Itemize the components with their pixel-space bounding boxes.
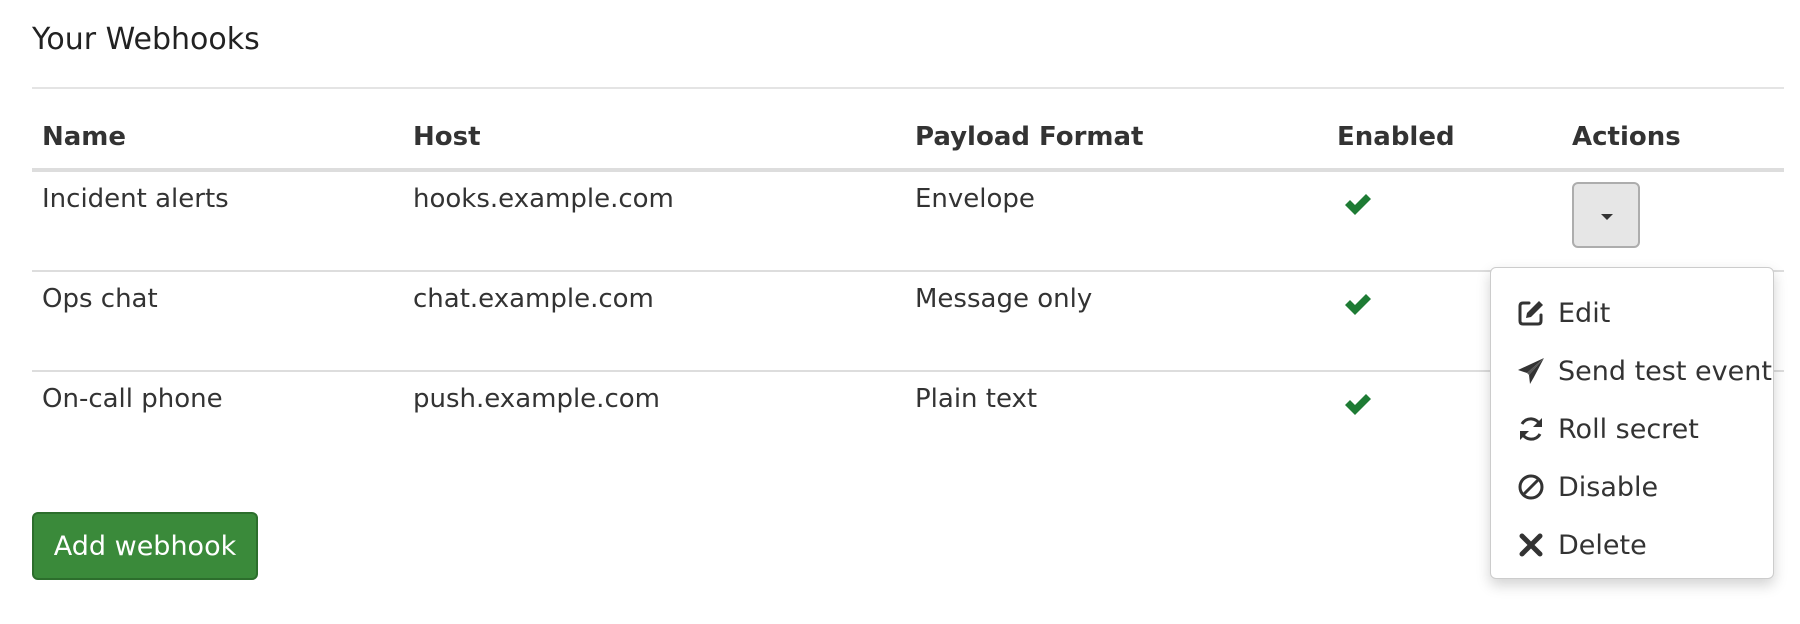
webhook-name: On-call phone xyxy=(42,384,223,414)
add-webhook-button[interactable]: Add webhook xyxy=(32,512,258,580)
webhook-host: hooks.example.com xyxy=(413,184,674,214)
menu-item-label: Delete xyxy=(1558,529,1647,561)
column-header-payload-format: Payload Format xyxy=(915,122,1144,152)
check-icon xyxy=(1345,194,1371,215)
actions-dropdown-menu: Edit Send test event Roll secret Disable… xyxy=(1490,267,1774,579)
column-header-host: Host xyxy=(413,122,481,152)
refresh-icon xyxy=(1520,417,1542,441)
caret-down-icon xyxy=(1601,214,1613,220)
menu-item-label: Edit xyxy=(1558,297,1611,329)
edit-icon xyxy=(1518,301,1543,326)
menu-item-disable[interactable]: Disable xyxy=(1491,458,1773,516)
menu-item-label: Send test event xyxy=(1558,355,1772,387)
webhook-host: push.example.com xyxy=(413,384,660,414)
table-header: Name Host Payload Format Enabled Actions xyxy=(32,110,1784,172)
webhook-host: chat.example.com xyxy=(413,284,654,314)
webhook-payload-format: Plain text xyxy=(915,384,1038,414)
ban-icon xyxy=(1518,474,1544,500)
menu-item-label: Disable xyxy=(1558,471,1659,503)
divider xyxy=(32,87,1784,89)
column-header-actions: Actions xyxy=(1572,122,1681,152)
menu-item-edit[interactable]: Edit xyxy=(1491,284,1773,342)
column-header-enabled: Enabled xyxy=(1337,122,1455,152)
column-header-name: Name xyxy=(42,122,127,152)
paper-plane-icon xyxy=(1518,358,1544,384)
webhook-name: Ops chat xyxy=(42,284,158,314)
menu-item-delete[interactable]: Delete xyxy=(1491,516,1773,574)
close-icon xyxy=(1519,533,1543,557)
webhook-payload-format: Message only xyxy=(915,284,1093,314)
table-row: Incident alerts hooks.example.com Envelo… xyxy=(32,172,1784,272)
menu-item-send-test-event[interactable]: Send test event xyxy=(1491,342,1773,400)
webhooks-page: Your Webhooks Name Host Payload Format E… xyxy=(0,0,1800,624)
actions-dropdown-button[interactable] xyxy=(1572,182,1640,248)
check-icon xyxy=(1345,394,1371,415)
page-title: Your Webhooks xyxy=(32,22,260,57)
menu-item-label: Roll secret xyxy=(1558,413,1699,445)
check-icon xyxy=(1345,294,1371,315)
webhook-name: Incident alerts xyxy=(42,184,229,214)
menu-item-roll-secret[interactable]: Roll secret xyxy=(1491,400,1773,458)
webhook-payload-format: Envelope xyxy=(915,184,1035,214)
